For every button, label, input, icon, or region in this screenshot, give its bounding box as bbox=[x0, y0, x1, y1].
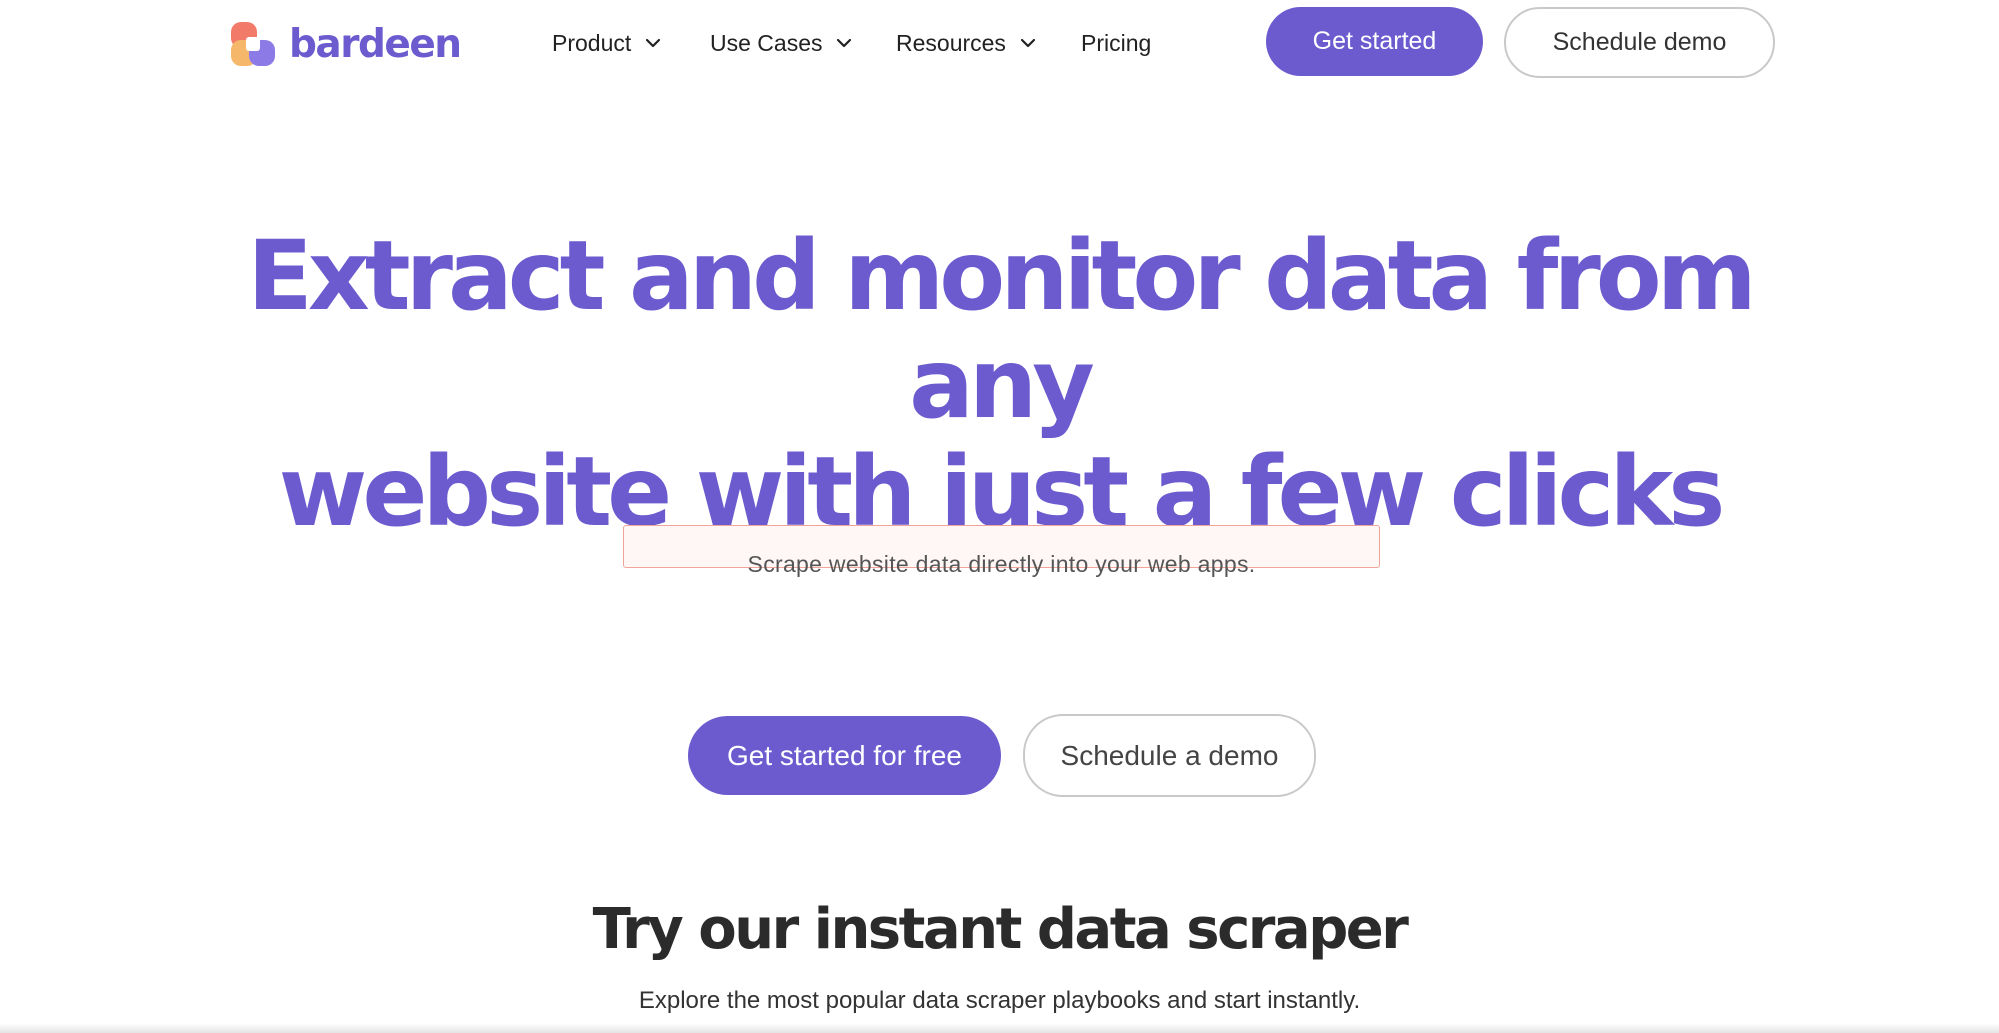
nav-resources[interactable]: Resources bbox=[896, 22, 1036, 64]
nav-resources-label: Resources bbox=[896, 29, 1006, 56]
nav-use-cases[interactable]: Use Cases bbox=[710, 22, 852, 64]
nav-pricing[interactable]: Pricing bbox=[1081, 22, 1151, 64]
scroll-fade bbox=[0, 1023, 1999, 1033]
header-schedule-demo-button[interactable]: Schedule demo bbox=[1504, 7, 1775, 78]
bardeen-logo[interactable]: bardeen bbox=[229, 20, 462, 68]
hero-title-line-1: Extract and monitor data from any bbox=[247, 220, 1757, 440]
nav-product[interactable]: Product bbox=[552, 22, 661, 64]
nav-pricing-label: Pricing bbox=[1081, 29, 1152, 56]
hero-subtitle: Scrape website data directly into your w… bbox=[747, 551, 1256, 577]
bardeen-logo-icon bbox=[229, 20, 277, 68]
section-subtitle: Explore the most popular data scraper pl… bbox=[638, 987, 1361, 1014]
hero-title: Extract and monitor data from any websit… bbox=[200, 222, 1799, 546]
bardeen-wordmark: bardeen bbox=[289, 21, 462, 67]
schedule-a-demo-button[interactable]: Schedule a demo bbox=[1023, 714, 1316, 797]
header-get-started-button[interactable]: Get started bbox=[1266, 7, 1483, 76]
chevron-down-icon bbox=[645, 35, 661, 51]
nav-use-cases-label: Use Cases bbox=[710, 29, 823, 56]
chevron-down-icon bbox=[1020, 35, 1036, 51]
get-started-free-button[interactable]: Get started for free bbox=[688, 716, 1001, 795]
section-title: Try our instant data scraper bbox=[592, 897, 1409, 962]
chevron-down-icon bbox=[836, 35, 852, 51]
nav-product-label: Product bbox=[552, 29, 632, 56]
